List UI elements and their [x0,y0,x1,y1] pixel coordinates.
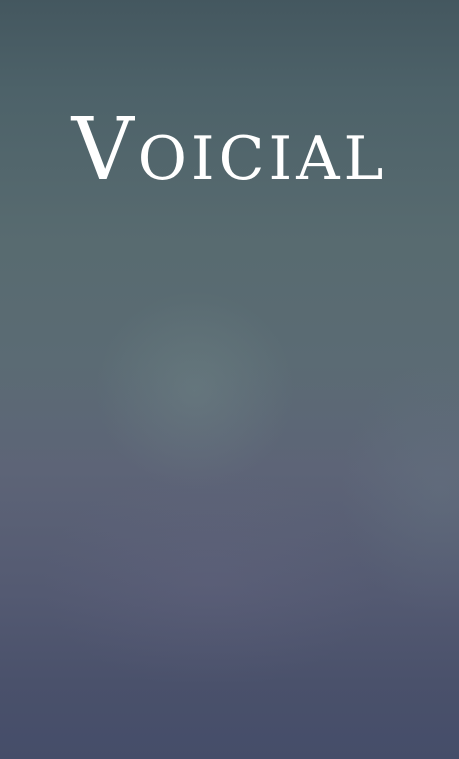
background-glow [40,470,380,690]
app-title: Voicial [71,100,388,200]
background-glow [95,290,295,490]
splash-screen: Voicial [0,0,459,759]
